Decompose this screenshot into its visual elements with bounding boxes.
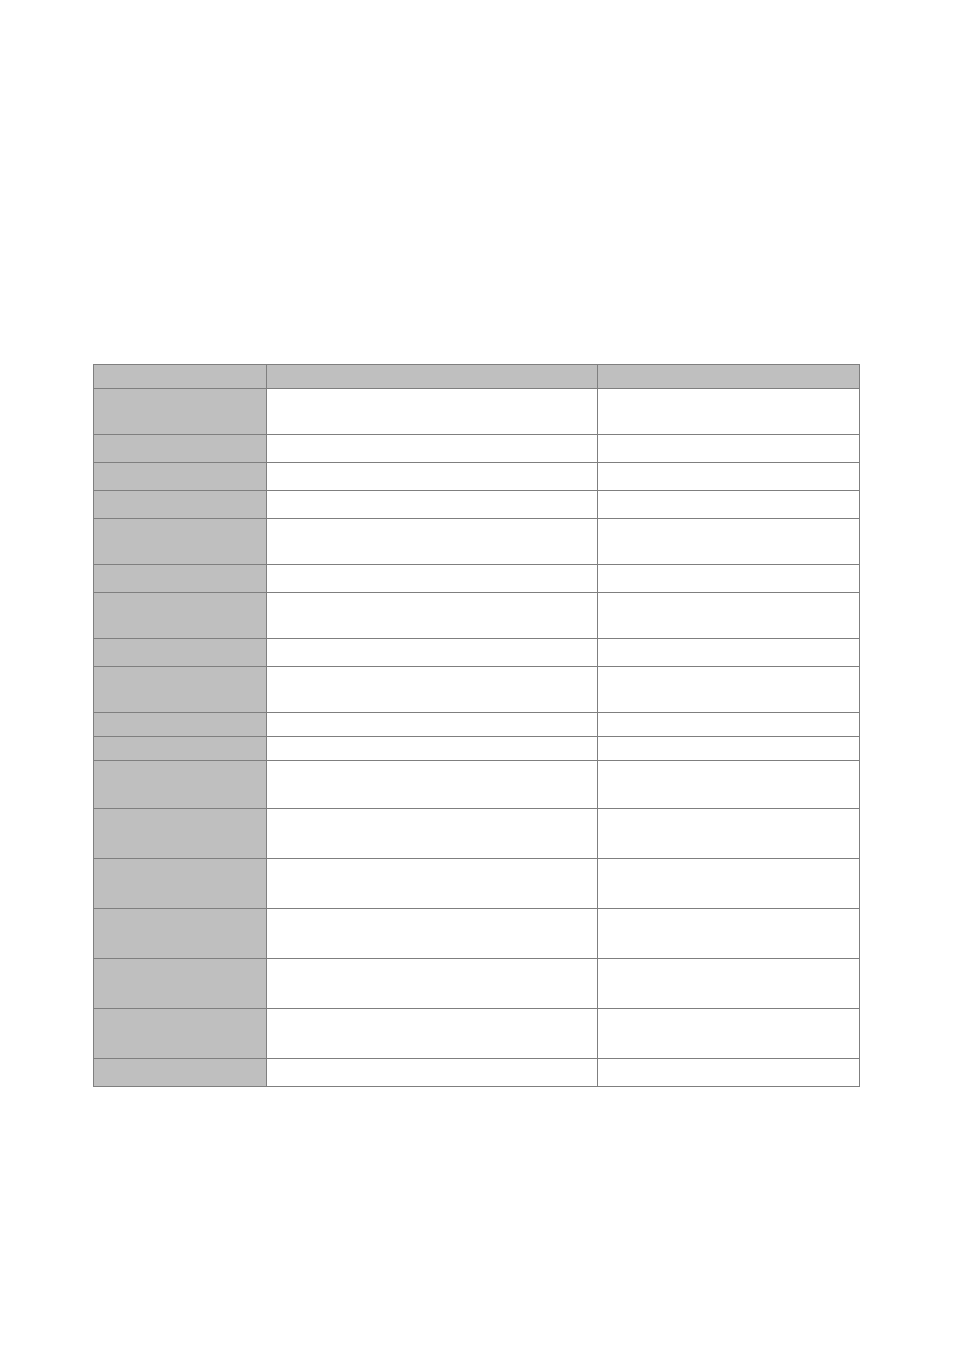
row-value-2 (598, 809, 860, 859)
table-row (94, 1059, 860, 1087)
row-label (94, 761, 267, 809)
table-row (94, 639, 860, 667)
row-value-1 (266, 463, 598, 491)
table-row (94, 1009, 860, 1059)
row-value-1 (266, 859, 598, 909)
table-row (94, 761, 860, 809)
table-row (94, 909, 860, 959)
row-value-1 (266, 565, 598, 593)
row-value-1 (266, 435, 598, 463)
table-header-row (94, 365, 860, 389)
header-cell-2 (266, 365, 598, 389)
row-label (94, 435, 267, 463)
row-label (94, 859, 267, 909)
row-label (94, 463, 267, 491)
header-cell-1 (94, 365, 267, 389)
row-label (94, 593, 267, 639)
row-label (94, 389, 267, 435)
row-value-2 (598, 761, 860, 809)
row-label (94, 737, 267, 761)
row-label (94, 1009, 267, 1059)
table-row (94, 565, 860, 593)
row-value-2 (598, 667, 860, 713)
row-value-2 (598, 959, 860, 1009)
row-value-1 (266, 959, 598, 1009)
row-value-2 (598, 1009, 860, 1059)
row-value-1 (266, 1009, 598, 1059)
row-value-2 (598, 565, 860, 593)
row-value-1 (266, 389, 598, 435)
row-value-2 (598, 639, 860, 667)
table-row (94, 959, 860, 1009)
row-value-2 (598, 737, 860, 761)
row-value-2 (598, 519, 860, 565)
row-value-1 (266, 909, 598, 959)
row-value-1 (266, 639, 598, 667)
table-row (94, 809, 860, 859)
table-row (94, 389, 860, 435)
table-row (94, 713, 860, 737)
row-value-2 (598, 859, 860, 909)
document-table (93, 364, 860, 1087)
row-label (94, 1059, 267, 1087)
table-row (94, 491, 860, 519)
row-label (94, 565, 267, 593)
row-value-2 (598, 713, 860, 737)
row-value-2 (598, 435, 860, 463)
row-value-1 (266, 761, 598, 809)
row-value-1 (266, 737, 598, 761)
header-cell-3 (598, 365, 860, 389)
table-row (94, 435, 860, 463)
row-value-2 (598, 909, 860, 959)
row-label (94, 491, 267, 519)
row-label (94, 959, 267, 1009)
table-row (94, 667, 860, 713)
row-value-1 (266, 1059, 598, 1087)
table-row (94, 859, 860, 909)
row-label (94, 909, 267, 959)
row-value-1 (266, 713, 598, 737)
row-value-2 (598, 463, 860, 491)
row-label (94, 713, 267, 737)
table-row (94, 519, 860, 565)
table-row (94, 593, 860, 639)
row-value-1 (266, 667, 598, 713)
row-label (94, 519, 267, 565)
row-value-2 (598, 1059, 860, 1087)
data-table (93, 364, 860, 1087)
row-value-2 (598, 593, 860, 639)
row-value-1 (266, 809, 598, 859)
row-label (94, 667, 267, 713)
row-label (94, 809, 267, 859)
row-label (94, 639, 267, 667)
row-value-1 (266, 491, 598, 519)
row-value-1 (266, 593, 598, 639)
table-row (94, 737, 860, 761)
row-value-1 (266, 519, 598, 565)
row-value-2 (598, 389, 860, 435)
row-value-2 (598, 491, 860, 519)
table-row (94, 463, 860, 491)
